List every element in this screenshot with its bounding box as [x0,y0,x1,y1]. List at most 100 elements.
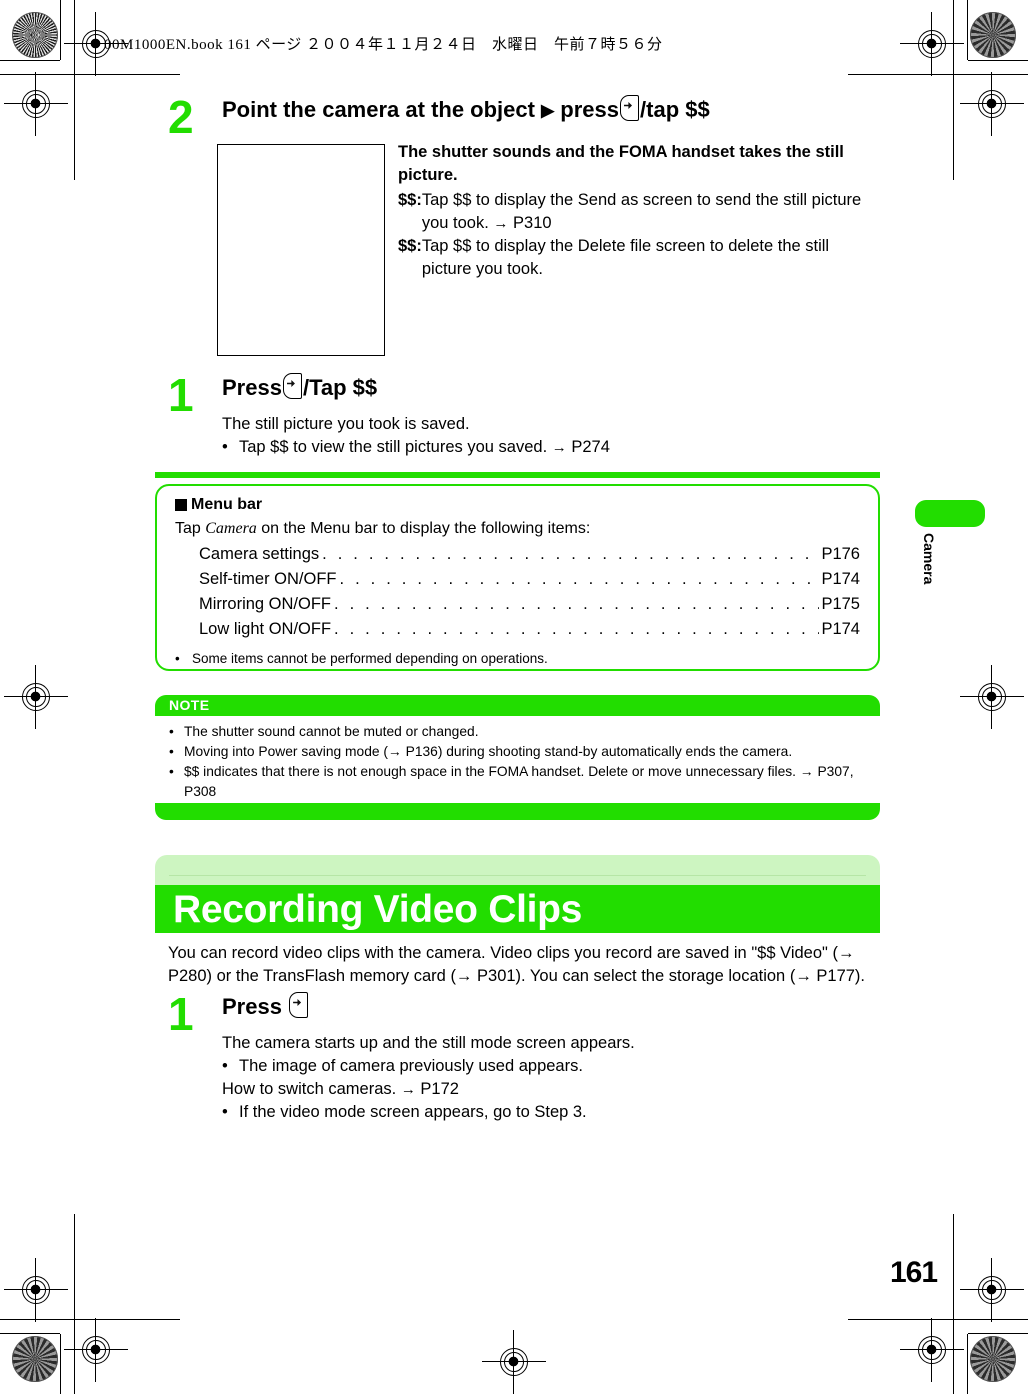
menu-bar-item[interactable]: Low light ON/OFF . . . . . . . . . . . .… [199,617,860,642]
step-2-heading: Point the camera at the object ▶ press/t… [222,95,884,124]
step-1b-bullet-0-text: The image of camera previously used appe… [239,1057,583,1075]
step-2-note-1: $$: Tap $$ to display the Delete file sc… [398,235,882,281]
menu-bar-item-page: P176 [821,545,860,563]
step-1a-bullet-0-text: Tap $$ to view the still pictures you sa… [239,438,548,456]
step-1a-bullet-0: • Tap $$ to view the still pictures you … [222,436,728,459]
bullet-dot-icon: • [222,438,228,456]
menu-bar-footnote-text: Some items cannot be performed depending… [192,651,548,666]
step-number: 1 [168,369,194,421]
screenshot-placeholder [217,144,385,356]
note-box-body: • The shutter sound cannot be muted or c… [155,716,880,806]
step-2-heading-part-a: Point the camera at the object [222,97,535,122]
menu-bar-intro-italic: Camera [205,520,257,537]
leader-dots: . . . . . . . . . . . . . . . . . . . . … [334,595,819,613]
note-box: NOTE • The shutter sound cannot be muted… [155,695,880,820]
menu-bar-item-label: Mirroring ON/OFF [199,595,331,613]
step-2-note-0: $$: Tap $$ to display the Send as screen… [398,189,882,235]
step-2-note-1-text: Tap $$ to display the Delete file screen… [421,237,830,278]
section-header-bar: Recording Video Clips [155,885,880,933]
menu-bar-item-label: Low light ON/OFF [199,620,332,638]
note-line-text: The shutter sound cannot be muted or cha… [184,724,479,739]
menu-bar-item-page: P174 [821,570,860,588]
menu-bar-item-label: Self-timer ON/OFF [199,570,337,588]
note-line-text: $$ indicates that there is not enough sp… [184,764,854,799]
note-line: • The shutter sound cannot be muted or c… [169,722,866,742]
bullet-dot-icon: • [175,651,180,666]
step-number: 2 [168,91,194,143]
menu-bar-item-page: P174 [821,620,860,638]
menu-bar-callout-box: Menu bar Tap Camera on the Menu bar to d… [155,484,880,671]
step-1b-heading: Press [222,992,728,1020]
menu-bar-item[interactable]: Camera settings . . . . . . . . . . . . … [199,542,860,567]
leader-dots: . . . . . . . . . . . . . . . . . . . . … [339,570,820,588]
menu-bar-intro-post: on the Menu bar to display the following… [256,520,591,537]
step-1a-heading-part-a: Press [222,375,282,400]
step-1b-block: 1 Press The camera starts up and the sti… [168,988,728,1124]
step-1a-bullet-0-page: P274 [571,438,610,456]
key-icon [620,95,640,121]
arrow-right-icon: → [551,439,567,456]
square-bullet-icon [175,499,187,511]
step-1b-bullet-0: • The image of camera previously used ap… [222,1055,728,1078]
step-2-note-0-prefix: $$: [398,191,422,209]
step-2-block: 2 Point the camera at the object ▶ press… [168,94,884,140]
bullet-dot-icon: • [222,1057,228,1075]
step-1b-plain-page: P172 [420,1080,459,1098]
step-1a-block: 1 Press/Tap $$ The still picture you too… [168,369,728,459]
menu-bar-callout-topbar [155,472,880,478]
step-2-note-0-page: P310 [513,214,552,232]
print-header-slug: 00M1000EN.book 161 ページ ２００４年１１月２４日 水曜日 午… [104,37,663,53]
step-2-note-1-prefix: $$: [398,237,422,255]
bullet-dot-icon: • [222,1103,228,1121]
section-intro: You can record video clips with the came… [168,944,866,985]
step-2-result-bold: The shutter sounds and the FOMA handset … [398,143,844,184]
menu-bar-callout-heading: Menu bar [175,495,860,515]
step-2-heading-part-c: /tap $$ [640,97,710,122]
note-box-footer-bar [155,803,880,820]
note-line-text: Moving into Power saving mode (→ P136) d… [184,744,793,759]
menu-bar-item-list: Camera settings . . . . . . . . . . . . … [175,542,860,642]
section-title: Recording Video Clips [173,887,583,931]
arrow-right-triangle-icon: ▶ [541,101,555,120]
menu-bar-intro-pre: Tap [175,520,206,537]
menu-bar-item-page: P175 [821,595,860,613]
step-1b-heading-part-a: Press [222,994,282,1019]
step-1b-plain-line: How to switch cameras. → P172 [222,1078,728,1101]
bullet-dot-icon: • [169,744,174,759]
step-1b-result: The camera starts up and the still mode … [222,1034,635,1052]
step-1a-heading: Press/Tap $$ [222,373,728,401]
key-icon [289,992,309,1018]
step-1b-plain-text: How to switch cameras. [222,1080,397,1098]
menu-bar-item[interactable]: Mirroring ON/OFF . . . . . . . . . . . .… [199,592,860,617]
step-2-note-0-text: Tap $$ to display the Send as screen to … [421,191,862,232]
leader-dots: . . . . . . . . . . . . . . . . . . . . … [334,620,819,638]
step-2-result-block: The shutter sounds and the FOMA handset … [398,141,882,281]
page-number: 161 [890,1256,938,1289]
note-line: • $$ indicates that there is not enough … [169,762,866,802]
note-line: • Moving into Power saving mode (→ P136)… [169,742,866,762]
menu-bar-item-label: Camera settings [199,545,320,563]
menu-bar-footnote: • Some items cannot be performed dependi… [175,649,860,668]
step-1a-result: The still picture you took is saved. [222,415,470,433]
arrow-right-icon: → [400,1081,416,1098]
bullet-dot-icon: • [169,764,174,779]
key-icon [282,373,302,399]
step-1b-bullet-1-text: If the video mode screen appears, go to … [239,1103,587,1121]
leader-dots: . . . . . . . . . . . . . . . . . . . . … [322,545,819,563]
section-header-tint-band [155,855,880,885]
arrow-right-icon: → [493,215,509,232]
step-1b-bullet-1: • If the video mode screen appears, go t… [222,1101,728,1124]
document-page: 00M1000EN.book 161 ページ ２００４年１１月２４日 水曜日 午… [0,0,1028,1394]
side-tab-camera[interactable] [915,500,985,527]
section-header: Recording Video Clips [155,855,880,933]
note-box-title: NOTE [155,695,880,716]
menu-bar-item[interactable]: Self-timer ON/OFF . . . . . . . . . . . … [199,567,860,592]
menu-bar-callout-intro: Tap Camera on the Menu bar to display th… [175,518,860,540]
section-header-rule [169,875,866,876]
menu-bar-callout-heading-text: Menu bar [191,496,263,513]
bullet-dot-icon: • [169,724,174,739]
step-1a-heading-part-b: /Tap $$ [302,375,378,400]
step-2-heading-part-b: press [560,97,620,122]
side-tab-label: Camera [921,533,937,585]
step-number: 1 [168,988,194,1040]
